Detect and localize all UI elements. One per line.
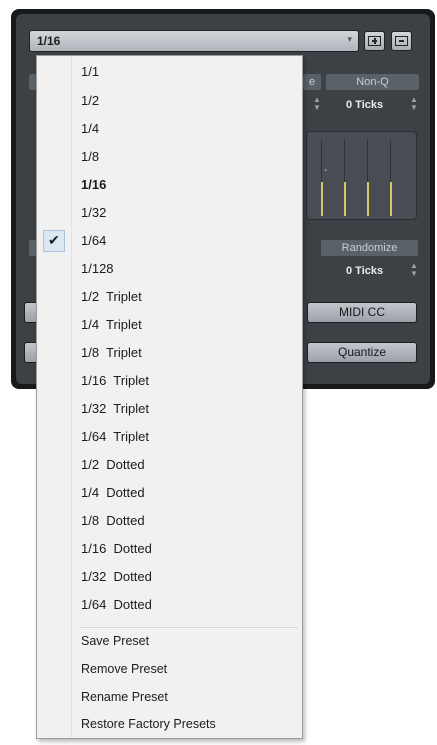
midi-cc-button[interactable]: MIDI CC [307, 302, 417, 323]
menu-item-1-64-triplet[interactable]: 1/64 Triplet [81, 429, 149, 444]
panel-label-e: e [303, 74, 321, 90]
menu-item-1-2-dotted[interactable]: 1/2 Dotted [81, 457, 145, 472]
remove-preset-icon [395, 36, 408, 46]
menu-item-1-16-dotted[interactable]: 1/16 Dotted [81, 541, 152, 556]
non-q-label: Non-Q [326, 74, 419, 90]
menu-item-1-4-dotted[interactable]: 1/4 Dotted [81, 485, 145, 500]
menu-item-1-32[interactable]: 1/32 [81, 205, 106, 220]
randomize-value[interactable]: 0 Ticks [346, 265, 383, 277]
grid-marker [344, 182, 346, 216]
menu-item-1-32-dotted[interactable]: 1/32 Dotted [81, 569, 152, 584]
add-preset-icon [368, 36, 381, 46]
grid-marker [367, 182, 369, 216]
menu-item-1-32-triplet[interactable]: 1/32 Triplet [81, 401, 149, 416]
rename-preset-item[interactable]: Rename Preset [81, 690, 168, 704]
menu-item-1-16-triplet[interactable]: 1/16 Triplet [81, 373, 149, 388]
menu-separator [79, 627, 298, 628]
quantize-button[interactable]: Quantize [307, 342, 417, 363]
menu-item-1-16[interactable]: 1/16 [81, 177, 106, 192]
menu-item-1-64[interactable]: 1/64 [81, 233, 106, 248]
check-icon: ✔ [48, 232, 60, 248]
restore-factory-presets-item[interactable]: Restore Factory Presets [81, 717, 216, 731]
preset-menu: ✔ 1/1 1/2 1/4 1/8 1/16 1/32 1/64 1/128 1… [36, 55, 303, 739]
menu-item-1-8-dotted[interactable]: 1/8 Dotted [81, 513, 145, 528]
menu-item-1-8-triplet[interactable]: 1/8 Triplet [81, 345, 142, 360]
menu-item-1-4-triplet[interactable]: 1/4 Triplet [81, 317, 142, 332]
save-preset-item[interactable]: Save Preset [81, 634, 149, 648]
randomize-label: Randomize [321, 240, 418, 256]
grid-marker [321, 182, 323, 216]
selected-indicator: ✔ [43, 230, 65, 252]
add-preset-button[interactable] [364, 31, 385, 51]
preset-value: 1/16 [37, 34, 61, 48]
remove-preset-item[interactable]: Remove Preset [81, 662, 167, 676]
menu-gutter [37, 56, 72, 738]
non-q-value[interactable]: 0 Ticks [346, 99, 383, 111]
preset-dropdown[interactable]: 1/16 ▾ [29, 30, 359, 52]
menu-item-1-2-triplet[interactable]: 1/2 Triplet [81, 289, 142, 304]
grid-marker [390, 182, 392, 216]
quantize-grid: - [306, 131, 417, 220]
menu-item-1-1[interactable]: 1/1 [81, 64, 99, 79]
chevron-down-icon: ▾ [347, 34, 352, 44]
menu-item-1-4[interactable]: 1/4 [81, 121, 99, 136]
menu-item-1-64-dotted[interactable]: 1/64 Dotted [81, 597, 152, 612]
menu-item-1-8[interactable]: 1/8 [81, 149, 99, 164]
grid-dash: - [324, 165, 328, 176]
remove-preset-button[interactable] [391, 31, 412, 51]
menu-item-1-128[interactable]: 1/128 [81, 261, 114, 276]
menu-item-1-2[interactable]: 1/2 [81, 93, 99, 108]
spin-arrows-icon[interactable]: ▲ ▼ [410, 96, 418, 112]
spin-arrows-icon[interactable]: ▲ ▼ [410, 262, 418, 278]
spin-arrows-icon[interactable]: ▲ ▼ [313, 96, 321, 112]
